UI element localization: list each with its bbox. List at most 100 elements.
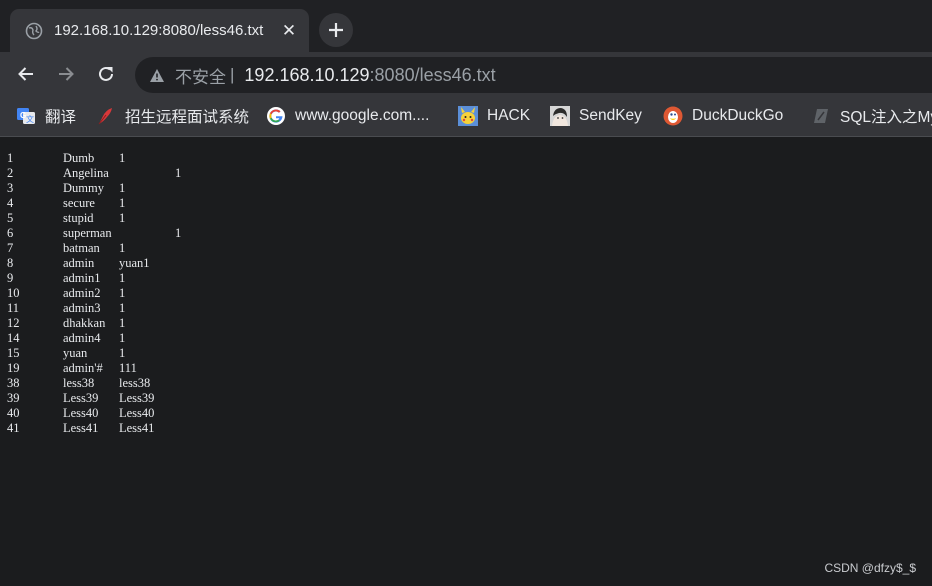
text-row: 9 admin1 1 bbox=[7, 271, 307, 286]
text-row: 3 Dummy 1 bbox=[7, 181, 307, 196]
text-row: 7 batman 1 bbox=[7, 241, 307, 256]
document-icon bbox=[811, 106, 831, 126]
row-username: yuan bbox=[63, 346, 88, 360]
bookmark-interview-system[interactable]: 招生远程面试系统 bbox=[96, 104, 249, 128]
row-username: admin bbox=[63, 256, 95, 270]
address-separator: | bbox=[230, 65, 235, 84]
new-tab-button[interactable] bbox=[319, 13, 353, 47]
row-id: 39 bbox=[7, 391, 20, 405]
text-row: 14 admin4 1 bbox=[7, 331, 307, 346]
browser-toolbar: 不安全 | 192.168.10.129 :8080/less46.txt bbox=[0, 52, 932, 96]
svg-text:文: 文 bbox=[26, 114, 34, 124]
text-row: 19 admin'# 111 bbox=[7, 361, 307, 376]
row-id: 15 bbox=[7, 346, 20, 360]
text-file-body: 1 Dumb 1 2 Angelina 1 3 Dummy 1 4 secure 1 5 stupid 1 6… bbox=[7, 151, 307, 436]
text-row: 1 Dumb 1 bbox=[7, 151, 307, 166]
row-password: Less40 bbox=[119, 406, 155, 420]
row-password: 1 bbox=[119, 271, 126, 285]
text-row: 2 Angelina 1 bbox=[7, 166, 307, 181]
row-id: 8 bbox=[7, 256, 14, 270]
row-password: 1 bbox=[119, 331, 126, 345]
row-id: 19 bbox=[7, 361, 20, 375]
bookmark-label: HACK bbox=[487, 107, 531, 124]
plus-icon bbox=[329, 23, 343, 37]
text-row: 8 admin yuan1 bbox=[7, 256, 307, 271]
row-id: 38 bbox=[7, 376, 20, 390]
reload-button[interactable] bbox=[91, 59, 121, 89]
row-username: Less40 bbox=[63, 406, 99, 420]
row-id: 4 bbox=[7, 196, 14, 210]
bookmark-label: 招生远程面试系统 bbox=[125, 109, 250, 126]
row-password: 1 bbox=[119, 346, 126, 360]
row-username: superman bbox=[63, 226, 112, 240]
warning-icon[interactable] bbox=[149, 67, 165, 83]
row-password: 1 bbox=[119, 241, 126, 255]
row-password: Less41 bbox=[119, 421, 155, 435]
red-feather-icon bbox=[96, 106, 116, 126]
globe-icon bbox=[25, 22, 43, 40]
bookmark-duckduckgo[interactable]: DuckDuckGo bbox=[663, 104, 783, 128]
row-id: 1 bbox=[7, 151, 14, 165]
row-password: 1 bbox=[175, 226, 182, 240]
row-password: 111 bbox=[119, 361, 137, 375]
row-username: secure bbox=[63, 196, 95, 210]
text-row: 15 yuan 1 bbox=[7, 346, 307, 361]
row-username: stupid bbox=[63, 211, 94, 225]
row-id: 14 bbox=[7, 331, 20, 345]
text-row: 10 admin2 1 bbox=[7, 286, 307, 301]
row-id: 5 bbox=[7, 211, 14, 225]
text-row: 40 Less40 Less40 bbox=[7, 406, 307, 421]
row-username: dhakkan bbox=[63, 316, 106, 330]
row-username: less38 bbox=[63, 376, 95, 390]
bookmark-google[interactable]: www.google.com.... bbox=[266, 104, 429, 128]
row-password: Less39 bbox=[119, 391, 155, 405]
text-row: 41 Less41 Less41 bbox=[7, 421, 307, 436]
security-label[interactable]: 不安全 bbox=[175, 63, 226, 88]
back-button[interactable] bbox=[11, 59, 41, 89]
tab-close-icon[interactable]: ✕ bbox=[279, 21, 299, 41]
row-id: 40 bbox=[7, 406, 20, 420]
text-row: 6 superman 1 bbox=[7, 226, 307, 241]
row-username: admin1 bbox=[63, 271, 101, 285]
arrow-right-icon bbox=[59, 67, 74, 81]
text-row: 11 admin3 1 bbox=[7, 301, 307, 316]
bookmark-sendkey[interactable]: SendKey bbox=[550, 104, 642, 128]
row-id: 41 bbox=[7, 421, 20, 435]
row-id: 6 bbox=[7, 226, 14, 240]
bookmark-label: DuckDuckGo bbox=[692, 107, 784, 124]
bookmark-label: SendKey bbox=[579, 107, 642, 124]
row-id: 7 bbox=[7, 241, 14, 255]
pikachu-icon bbox=[458, 106, 478, 126]
row-password: 1 bbox=[119, 151, 126, 165]
row-username: admin3 bbox=[63, 301, 101, 315]
row-password: 1 bbox=[119, 301, 126, 315]
url-host: 192.168.10.129 bbox=[244, 64, 370, 85]
google-g-icon bbox=[266, 106, 286, 126]
bookmark-hack[interactable]: HACK bbox=[458, 104, 530, 128]
row-username: batman bbox=[63, 241, 100, 255]
bookmark-label: 翻译 bbox=[45, 109, 77, 126]
address-bar[interactable]: 不安全 | 192.168.10.129 :8080/less46.txt bbox=[135, 57, 932, 93]
row-id: 9 bbox=[7, 271, 14, 285]
tab-strip: 192.168.10.129:8080/less46.txt ✕ bbox=[0, 0, 932, 52]
row-password: yuan1 bbox=[119, 256, 150, 270]
active-tab[interactable]: 192.168.10.129:8080/less46.txt ✕ bbox=[10, 9, 309, 52]
row-username: Dummy bbox=[63, 181, 104, 195]
url-path: :8080/less46.txt bbox=[369, 64, 496, 85]
row-id: 10 bbox=[7, 286, 20, 300]
bookmark-translate[interactable]: G 文 翻译 bbox=[16, 104, 76, 128]
row-password: 1 bbox=[119, 211, 126, 225]
arrow-left-icon bbox=[18, 67, 33, 81]
csdn-watermark: CSDN @dfzy$_$ bbox=[824, 561, 916, 575]
duckduckgo-icon bbox=[663, 106, 683, 126]
text-row: 4 secure 1 bbox=[7, 196, 307, 211]
forward-button[interactable] bbox=[51, 59, 81, 89]
tab-title: 192.168.10.129:8080/less46.txt bbox=[54, 22, 264, 39]
bookmark-label: SQL注入之My bbox=[840, 109, 932, 126]
row-password: 1 bbox=[175, 166, 182, 180]
bookmark-sql-injection[interactable]: SQL注入之My bbox=[811, 104, 932, 128]
row-username: Less41 bbox=[63, 421, 99, 435]
row-username: admin4 bbox=[63, 331, 101, 345]
text-row: 38 less38 less38 bbox=[7, 376, 307, 391]
page-content: 1 Dumb 1 2 Angelina 1 3 Dummy 1 4 secure 1 5 stupid 1 6… bbox=[0, 138, 932, 586]
